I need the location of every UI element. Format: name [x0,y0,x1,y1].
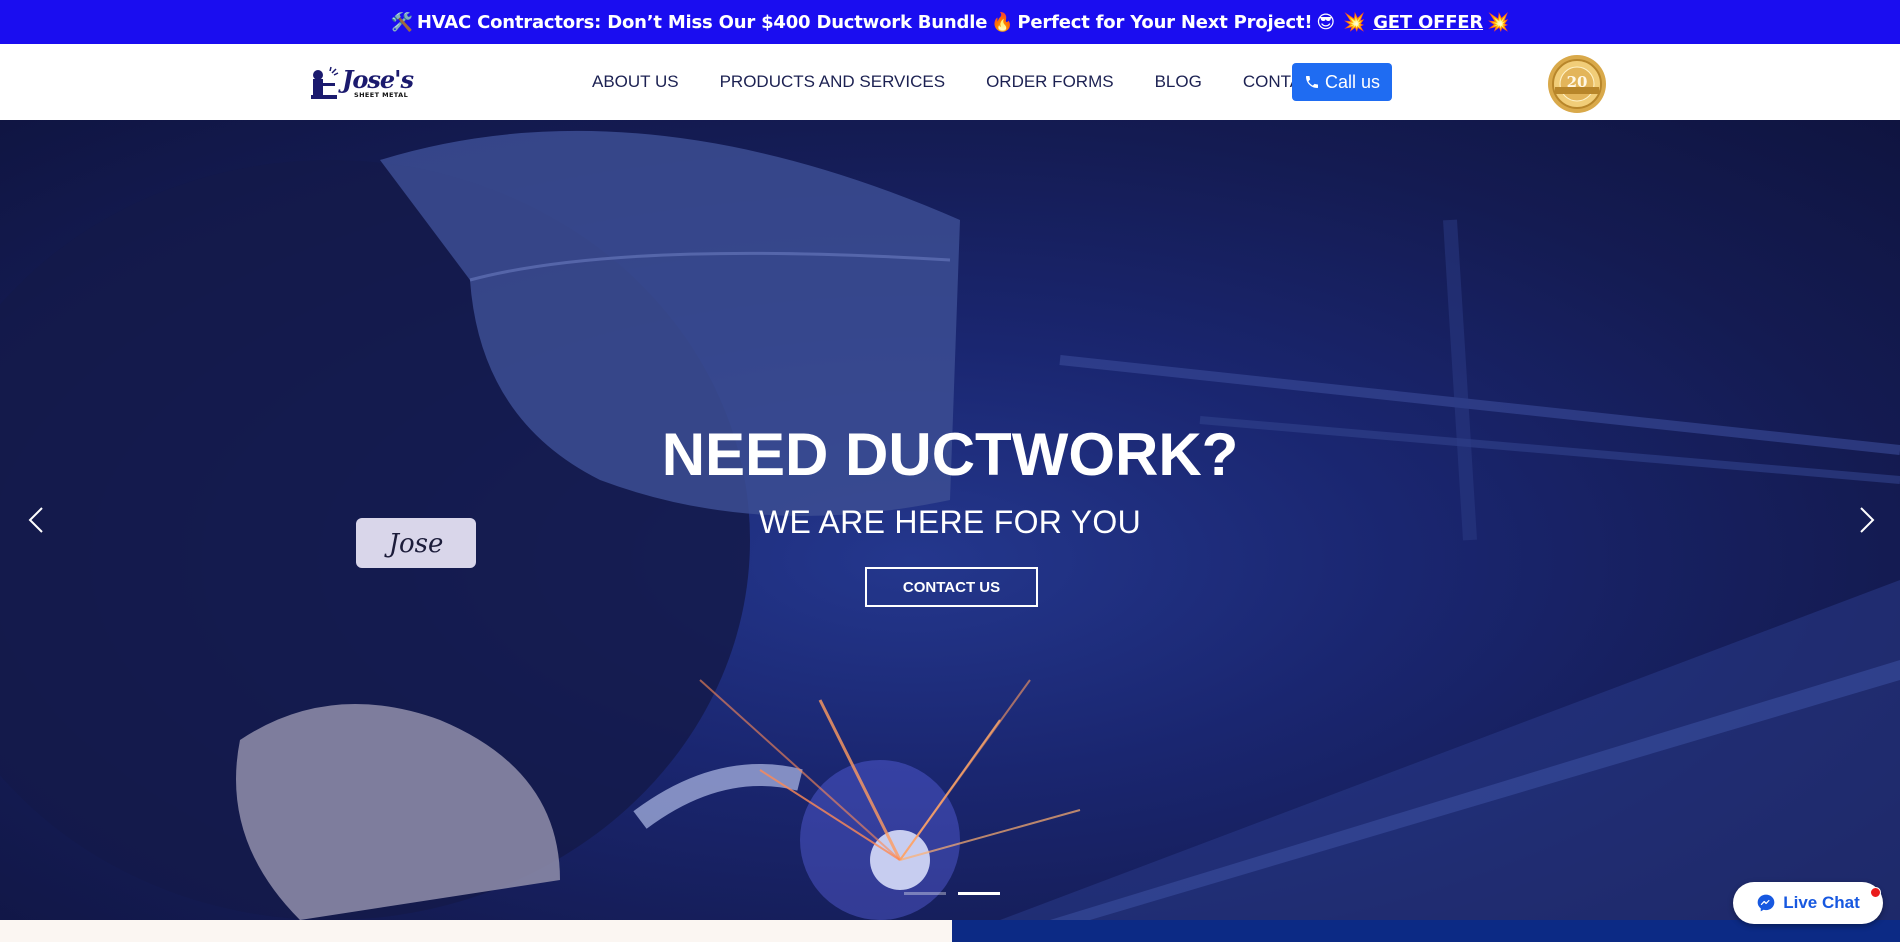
chevron-left-icon[interactable] [22,500,52,540]
contact-us-button[interactable]: CONTACT US [865,567,1038,607]
notification-dot [1870,887,1881,898]
hero-title: NEED DUCTWORK? [661,421,1239,488]
welder-icon [311,66,339,99]
nav-blog[interactable]: BLOG [1155,72,1202,92]
spark-icon: 💥 [1342,11,1366,33]
logo-subtitle: SHEET METAL [354,90,409,99]
slider-dots [904,892,1012,895]
fire-icon: 🔥 [991,11,1014,33]
live-chat-label: Live Chat [1783,893,1860,912]
badge-number: 20 [1567,73,1588,91]
announcement-bar: 🛠️ HVAC Contractors: Don’t Miss Our $400… [0,0,1900,44]
call-us-label: Call us [1324,71,1381,92]
tools-icon: 🛠️ [390,11,413,33]
section-strip-left [0,920,952,942]
phone-icon [1305,76,1318,88]
announcement-text-2: Perfect for Your Next Project! [1017,11,1313,33]
call-us-button[interactable]: Call us [1292,63,1392,101]
anniversary-badge-icon: 20 [1548,55,1606,113]
nav-products-services[interactable]: PRODUCTS AND SERVICES [720,72,945,92]
get-offer-link[interactable]: GET OFFER [1373,12,1483,33]
site-logo[interactable]: Jose's SHEET METAL [310,63,414,103]
nav-order-forms[interactable]: ORDER FORMS [986,72,1114,92]
logo-name: Jose's [342,64,414,94]
chevron-right-icon[interactable] [1851,500,1881,540]
slider-dot-active[interactable] [958,892,1000,895]
messenger-icon [1757,894,1775,912]
announcement-text: HVAC Contractors: Don’t Miss Our $400 Du… [416,11,988,33]
slider-dot[interactable] [904,892,946,895]
live-chat-button[interactable]: Live Chat [1733,882,1883,924]
site-header: Jose's SHEET METAL ABOUT US PRODUCTS AND… [0,44,1900,120]
sunglasses-icon: 😎 [1316,11,1335,33]
main-nav: ABOUT US PRODUCTS AND SERVICES ORDER FOR… [592,44,1365,120]
hero-slider: Jose NEED DUCTWORK? WE ARE HERE FOR YOU … [0,120,1900,920]
hero-subtitle: WE ARE HERE FOR YOU [758,504,1142,540]
nav-about-us[interactable]: ABOUT US [592,72,679,92]
spark-icon: 💥 [1487,11,1510,33]
